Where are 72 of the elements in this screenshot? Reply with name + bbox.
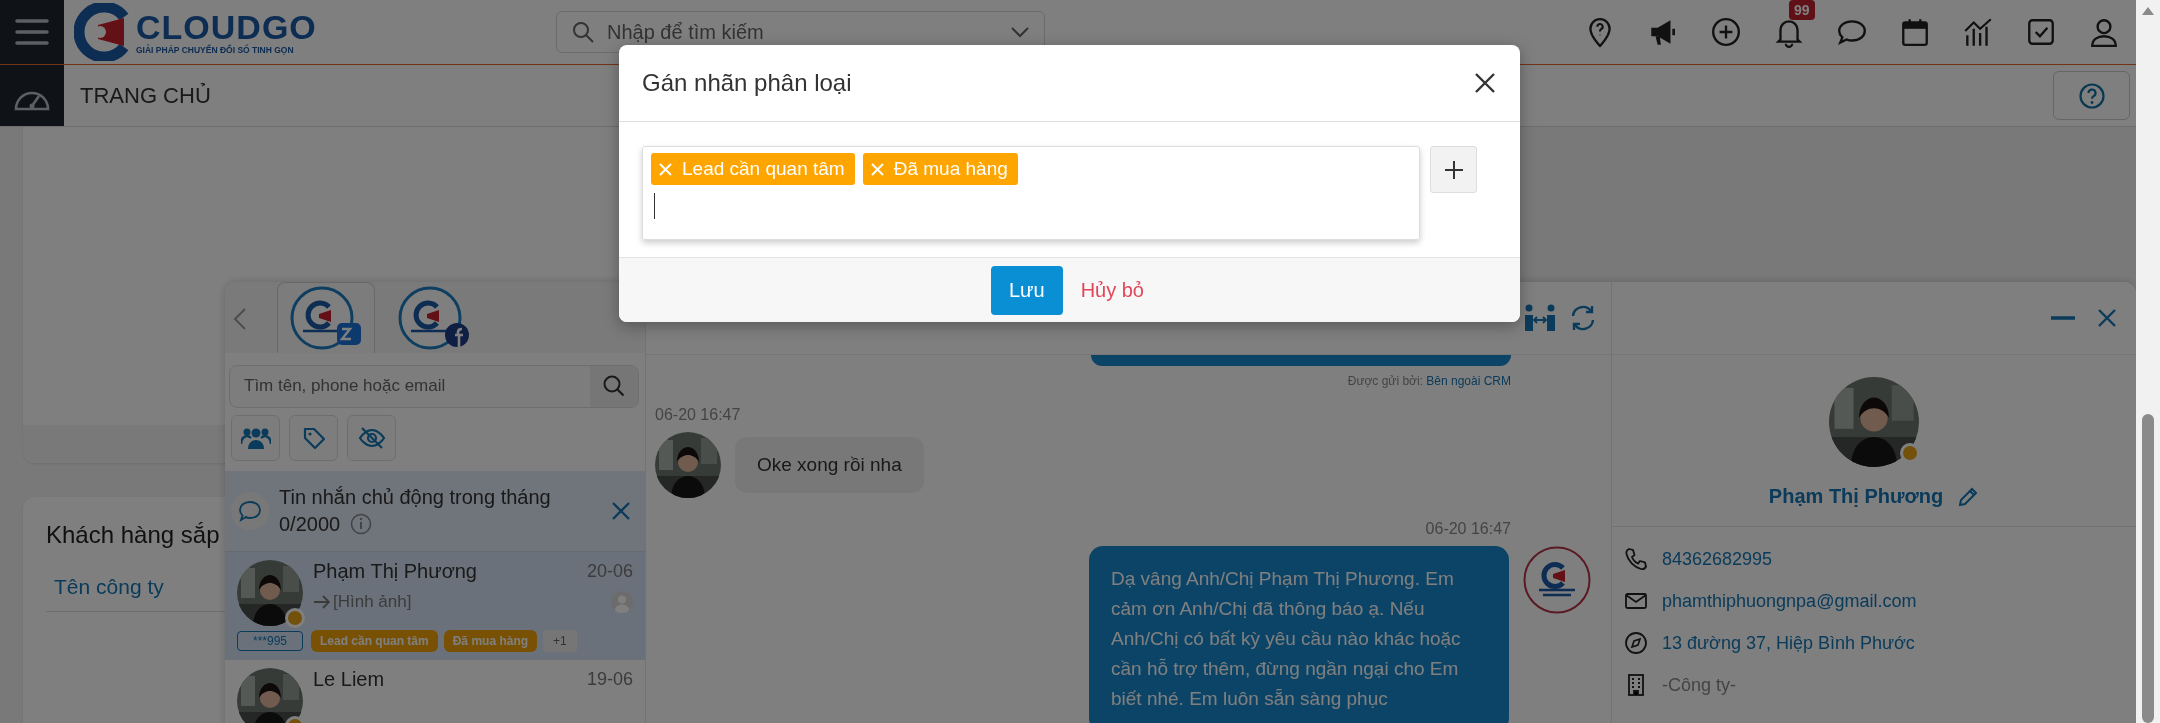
info-icon [350, 513, 373, 536]
tag-input-field[interactable]: Lead cần quan tâm Đã mua hàng [642, 146, 1420, 240]
team-transfer-icon[interactable] [1523, 303, 1557, 333]
speech-bubble-icon [238, 499, 262, 522]
group-filter-button[interactable] [231, 414, 280, 461]
text-cursor [654, 193, 655, 219]
compass-icon [1624, 631, 1648, 655]
refresh-icon[interactable] [1569, 304, 1597, 332]
contact-name: Phạm Thị Phương [1768, 485, 1944, 508]
tag-filter-button[interactable] [289, 414, 338, 461]
tag-label: Lead cần quan tâm [311, 630, 438, 652]
minimize-icon[interactable] [2050, 315, 2076, 321]
tag-chip[interactable]: Đã mua hàng [862, 153, 1018, 185]
more-tags-badge: +1 [543, 630, 577, 652]
search-icon [571, 20, 595, 44]
conversation-date: 19-06 [586, 669, 633, 690]
close-icon[interactable] [1474, 72, 1496, 94]
notification-count-badge: 99 [1789, 0, 1815, 20]
add-tag-button[interactable] [1430, 146, 1477, 193]
arrow-right-icon [313, 594, 331, 610]
chevron-down-icon [1010, 26, 1030, 38]
quota-count: 0/2000 [279, 512, 341, 536]
message-time: 06-20 16:47 [655, 406, 742, 424]
back-chevron-icon[interactable] [233, 307, 247, 331]
search-icon [602, 374, 626, 399]
search-input[interactable]: Nhập để tìm kiếm [605, 19, 1000, 45]
conversation-item[interactable]: Phạm Thị Phương 20-06 [Hình ảnh] ***995 Lead cần quan tâm Đã mua hàng +1 [225, 552, 645, 660]
hidden-filter-button[interactable] [347, 414, 396, 461]
phone-badge: ***995 [237, 631, 303, 651]
search-button[interactable] [590, 366, 638, 407]
sender-link[interactable]: Bên ngoài CRM [1426, 374, 1511, 388]
contact-detail: phamthiphuongnpa@gmail.com [1662, 590, 1917, 612]
help-button[interactable] [2053, 71, 2130, 120]
contact-detail: 13 đường 37, Hiệp Bình Phước [1662, 632, 1915, 654]
logo-tagline: GIẢI PHÁP CHUYỂN ĐỔI SỐ TINH GỌN [136, 45, 295, 55]
contact-name: Phạm Thị Phương [313, 560, 477, 583]
message-bubble: Oke xong rồi nha [735, 437, 924, 493]
chat-search-field[interactable]: Tìm tên, phone hoặc email [229, 365, 639, 408]
status-dot [285, 608, 305, 628]
chat-search-input[interactable]: Tìm tên, phone hoặc email [242, 375, 590, 398]
phone-icon [1624, 547, 1648, 571]
edit-pencil-icon[interactable] [1957, 485, 1980, 508]
contact-name: Le Liem [313, 668, 385, 691]
conversation-date: 20-06 [586, 561, 633, 582]
logo-icon [1523, 546, 1591, 614]
eye-slash-icon [357, 425, 386, 450]
remove-icon[interactable] [870, 162, 884, 176]
tag-icon [301, 425, 326, 450]
save-button[interactable]: Lưu [991, 265, 1063, 315]
contact-detail: -Công ty- [1662, 674, 1737, 696]
message-bubble: Dạ vâng Anh/Chị Phạm Thị Phương. Em cảm ơn Anh/Chị đã thông báo ạ. Nếu Anh/Chị có bất kỳ yêu cầu nào khác hoặc cần hỗ trợ thêm, đừng ngần ngại cho Em biết nhé. Em luôn sẵn sàng phục [1089, 546, 1509, 723]
help-icon [2077, 81, 2106, 110]
logo-name: CLOUDGO [136, 9, 317, 45]
plus-icon [1443, 159, 1464, 180]
search-field[interactable]: Nhập để tìm kiếm [556, 11, 1045, 53]
tag-chip[interactable]: Lead cần quan tâm [651, 153, 855, 185]
message-time: 06-20 16:47 [1425, 520, 1511, 538]
channel-avatar-icon [289, 285, 363, 351]
scrollbar-thumb[interactable] [2142, 414, 2154, 723]
contact-detail: 84362682995 [1662, 548, 1773, 570]
sent-by-note: Được gửi bởi: Bên ngoài CRM [1347, 374, 1511, 388]
menu-icon[interactable] [15, 18, 49, 46]
remove-icon[interactable] [659, 162, 672, 176]
message-preview: [Hình ảnh] [333, 592, 412, 612]
scroll-up-arrow-icon[interactable] [2141, 6, 2155, 16]
page-title: TRANG CHỦ [80, 82, 211, 109]
tag-label: Đã mua hàng [443, 630, 538, 652]
cancel-button[interactable]: Hủy bỏ [1076, 265, 1148, 315]
card-title: Khách hàng sắp [46, 521, 220, 549]
notice-text: Tin nhắn chủ động trong tháng [279, 485, 552, 509]
dialog-title: Gán nhãn phân loại [642, 69, 852, 97]
scrollbar[interactable] [2136, 0, 2160, 723]
